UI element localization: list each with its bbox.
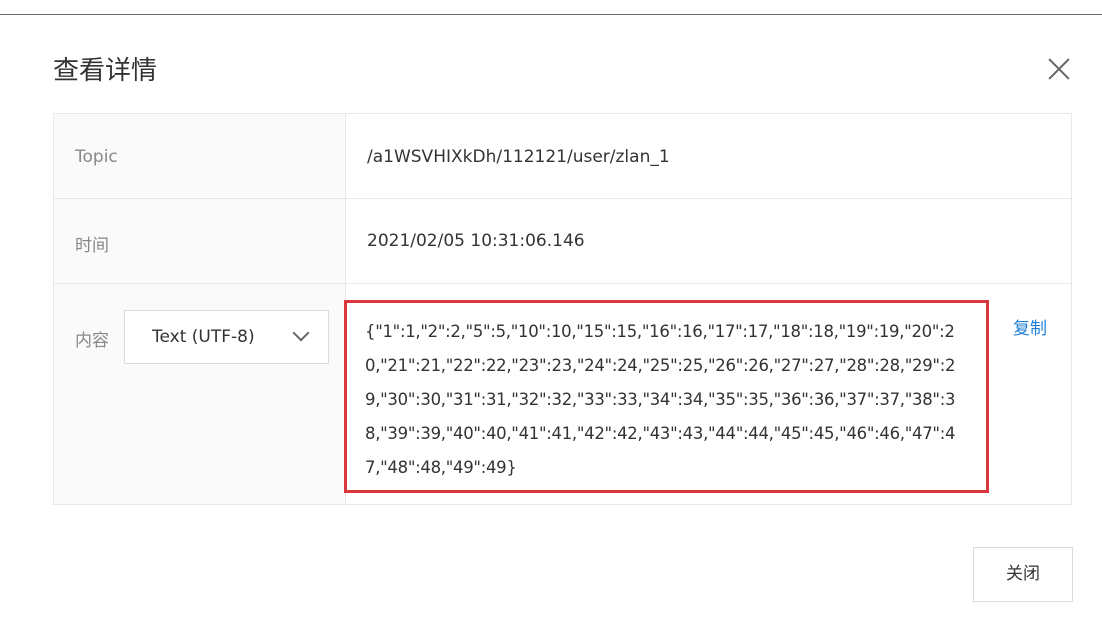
- topic-value: /a1WSVHIXkDh/112121/user/zlan_1: [367, 147, 670, 167]
- encoding-select-value: Text (UTF-8): [152, 327, 255, 347]
- label-cell: 时间: [54, 199, 346, 283]
- copy-link[interactable]: 复制: [1013, 314, 1047, 339]
- detail-row-time: 时间 2021/02/05 10:31:06.146: [54, 199, 1071, 284]
- close-icon[interactable]: [1045, 55, 1073, 83]
- encoding-select[interactable]: Text (UTF-8): [124, 310, 329, 364]
- time-value: 2021/02/05 10:31:06.146: [367, 231, 585, 251]
- content-value: {"1":1,"2":2,"5":5,"10":10,"15":15,"16":…: [344, 300, 989, 493]
- detail-row-topic: Topic /a1WSVHIXkDh/112121/user/zlan_1: [54, 114, 1071, 199]
- chevron-down-icon: [292, 324, 310, 342]
- content-label: 内容: [75, 331, 109, 351]
- top-divider: [0, 14, 1102, 15]
- detail-row-content: 内容 Text (UTF-8) {"1":1,"2":2,"5":5,"10":…: [54, 284, 1071, 504]
- topic-label: Topic: [75, 147, 118, 167]
- label-cell: Topic: [54, 114, 346, 198]
- dialog-title: 查看详情: [53, 56, 158, 86]
- time-label: 时间: [75, 236, 109, 256]
- detail-table: Topic /a1WSVHIXkDh/112121/user/zlan_1 时间…: [53, 113, 1072, 505]
- label-cell: 内容 Text (UTF-8): [54, 284, 346, 504]
- close-button[interactable]: 关闭: [973, 547, 1073, 602]
